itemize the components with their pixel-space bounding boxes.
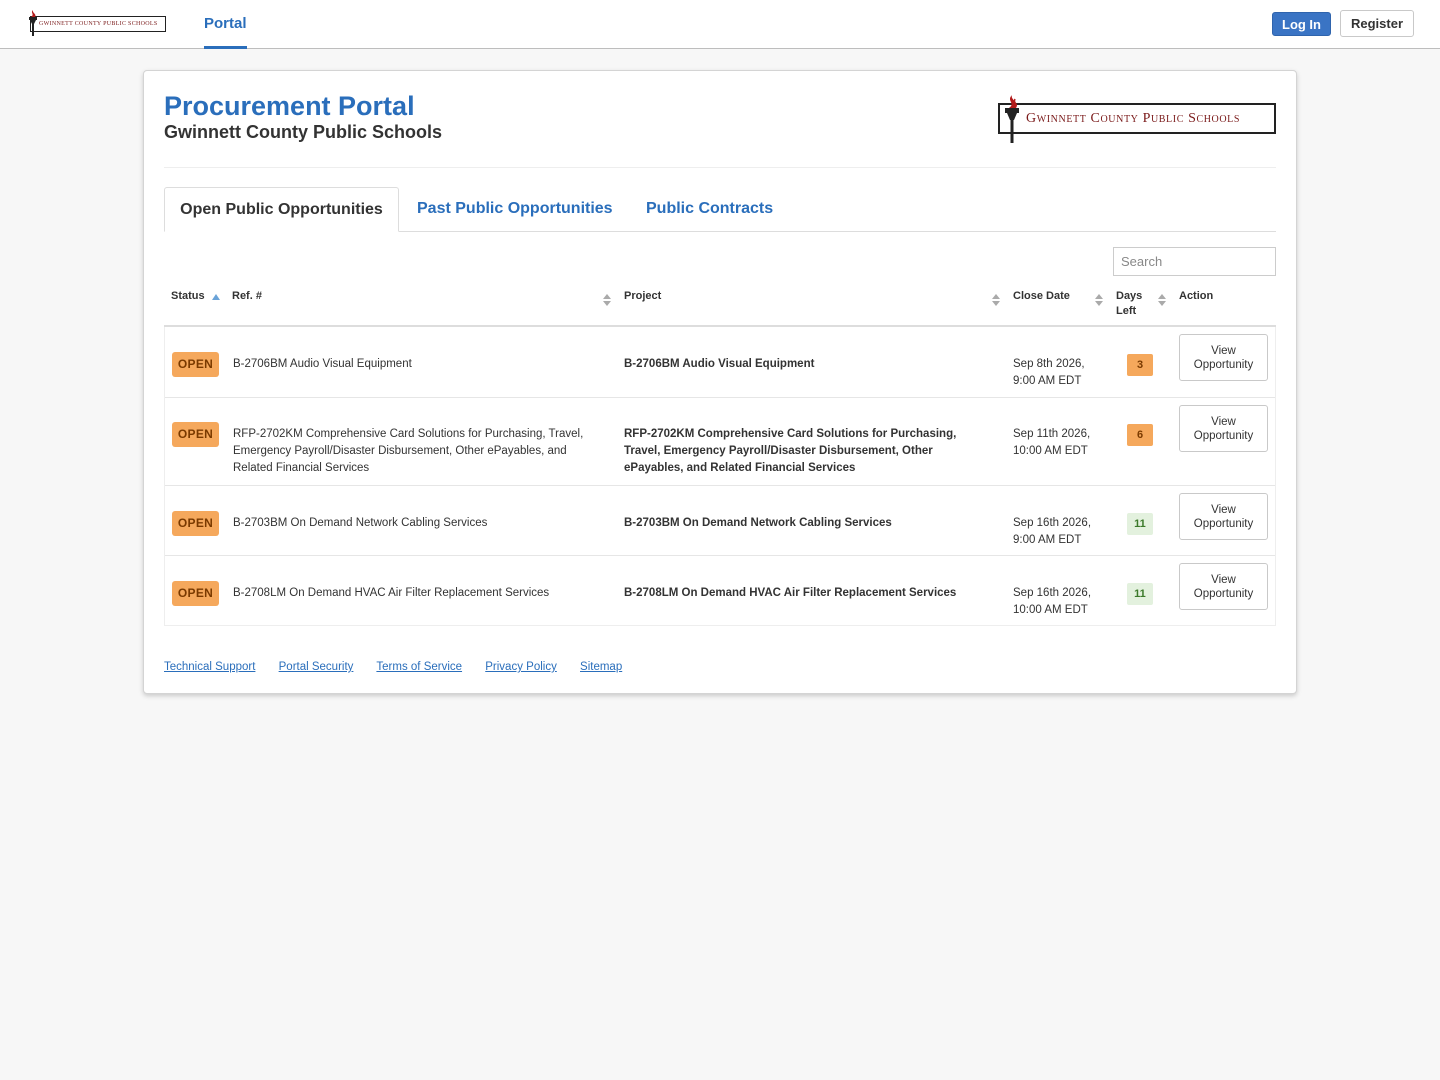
view-label-line1: View: [1211, 573, 1236, 586]
footer-link-privacy-policy[interactable]: Privacy Policy: [485, 661, 557, 673]
page-subtitle: Gwinnett County Public Schools: [164, 122, 443, 142]
sort-icon[interactable]: [992, 294, 1000, 308]
th-project[interactable]: Project: [624, 289, 661, 304]
header-logo: Gwinnett County Public Schools: [994, 95, 1278, 143]
table-header: Status Ref. # Project Close Date Days Le…: [164, 284, 1276, 327]
close-date-cell: Sep 16th 2026, 9:00 AM EDT: [1013, 515, 1108, 549]
view-label-line2: Opportunity: [1193, 358, 1254, 371]
footer-links: Technical Support Portal Security Terms …: [164, 661, 642, 673]
table-row: OPEN B-2706BM Audio Visual Equipment B-2…: [165, 327, 1275, 397]
days-left-badge: 6: [1127, 424, 1153, 446]
footer-link-terms-of-service[interactable]: Terms of Service: [376, 661, 462, 673]
login-button[interactable]: Log In: [1272, 12, 1331, 36]
torch-icon: [29, 10, 37, 36]
opportunities-table: Status Ref. # Project Close Date Days Le…: [164, 284, 1276, 626]
ref-cell: B-2703BM On Demand Network Cabling Servi…: [233, 517, 488, 529]
ref-cell: B-2706BM Audio Visual Equipment: [233, 358, 412, 370]
view-label-line1: View: [1211, 415, 1236, 428]
ref-cell: B-2708LM On Demand HVAC Air Filter Repla…: [233, 587, 550, 599]
view-label-line2: Opportunity: [1193, 429, 1254, 442]
sort-icon[interactable]: [1158, 294, 1166, 308]
th-action: Action: [1179, 290, 1214, 302]
status-badge: OPEN: [172, 352, 219, 377]
view-opportunity-button[interactable]: View Opportunity: [1179, 405, 1268, 452]
close-date-line1: Sep 8th 2026,: [1013, 358, 1085, 370]
header-divider: [164, 167, 1276, 168]
footer-link-portal-security[interactable]: Portal Security: [279, 661, 354, 673]
nav-logo-text: Gwinnett County Public Schools: [30, 16, 166, 32]
view-opportunity-button[interactable]: View Opportunity: [1179, 493, 1268, 540]
th-days-left[interactable]: Days Left: [1116, 289, 1142, 319]
view-opportunity-button[interactable]: View Opportunity: [1179, 563, 1268, 610]
table-row: OPEN B-2708LM On Demand HVAC Air Filter …: [165, 555, 1275, 625]
header-logo-text: Gwinnett County Public Schools: [998, 103, 1276, 134]
close-date-line1: Sep 16th 2026,: [1013, 587, 1092, 599]
table-row: OPEN B-2703BM On Demand Network Cabling …: [165, 485, 1275, 555]
project-cell: B-2708LM On Demand HVAC Air Filter Repla…: [624, 587, 957, 599]
th-close-date[interactable]: Close Date: [1013, 289, 1070, 304]
page-title: Procurement Portal: [164, 91, 415, 121]
sort-icon[interactable]: [1095, 294, 1103, 308]
table-body: OPEN B-2706BM Audio Visual Equipment B-2…: [164, 327, 1276, 626]
close-date-line2: 10:00 AM EDT: [1013, 445, 1088, 457]
close-date-line2: 9:00 AM EDT: [1013, 534, 1082, 546]
project-cell: B-2703BM On Demand Network Cabling Servi…: [624, 517, 892, 529]
close-date-cell: Sep 16th 2026, 10:00 AM EDT: [1013, 585, 1108, 619]
view-label-line1: View: [1211, 503, 1236, 516]
main-card: Procurement Portal Gwinnett County Publi…: [143, 70, 1297, 694]
days-left-badge: 11: [1127, 583, 1153, 605]
tab-public-contracts[interactable]: Public Contracts: [646, 187, 773, 232]
th-status[interactable]: Status: [171, 289, 205, 304]
days-left-badge: 11: [1127, 513, 1153, 535]
torch-icon: [1005, 95, 1019, 143]
view-opportunity-button[interactable]: View Opportunity: [1179, 334, 1268, 381]
th-ref[interactable]: Ref. #: [232, 289, 262, 304]
register-button[interactable]: Register: [1340, 10, 1414, 37]
view-label-line2: Opportunity: [1193, 517, 1254, 530]
close-date-line1: Sep 11th 2026,: [1013, 428, 1091, 440]
close-date-line2: 10:00 AM EDT: [1013, 604, 1088, 616]
nav-logo[interactable]: Gwinnett County Public Schools: [24, 10, 168, 36]
project-cell: RFP-2702KM Comprehensive Card Solutions …: [624, 428, 957, 474]
top-navbar: Gwinnett County Public Schools Portal Lo…: [0, 0, 1440, 49]
close-date-line2: 9:00 AM EDT: [1013, 375, 1082, 387]
sort-icon[interactable]: [603, 294, 611, 308]
opportunity-tabs: Open Public Opportunities Past Public Op…: [164, 187, 1276, 232]
view-label-line1: View: [1211, 344, 1236, 357]
tab-past-opportunities[interactable]: Past Public Opportunities: [417, 187, 613, 232]
status-badge: OPEN: [172, 581, 219, 606]
project-cell: B-2706BM Audio Visual Equipment: [624, 358, 815, 370]
close-date-cell: Sep 11th 2026, 10:00 AM EDT: [1013, 426, 1108, 460]
close-date-line1: Sep 16th 2026,: [1013, 517, 1092, 529]
close-date-cell: Sep 8th 2026, 9:00 AM EDT: [1013, 356, 1108, 390]
status-badge: OPEN: [172, 511, 219, 536]
th-days-left-line1: Days: [1116, 290, 1143, 302]
days-left-badge: 3: [1127, 354, 1153, 376]
ref-cell: RFP-2702KM Comprehensive Card Solutions …: [233, 428, 584, 474]
view-label-line2: Opportunity: [1193, 587, 1254, 600]
status-badge: OPEN: [172, 422, 219, 447]
footer-link-sitemap[interactable]: Sitemap: [580, 661, 622, 673]
th-days-left-line2: Left: [1116, 305, 1137, 317]
sort-asc-icon[interactable]: [212, 294, 220, 302]
tab-open-opportunities[interactable]: Open Public Opportunities: [164, 187, 399, 232]
table-row: OPEN RFP-2702KM Comprehensive Card Solut…: [165, 397, 1275, 485]
nav-tab-portal[interactable]: Portal: [204, 0, 247, 49]
search-input[interactable]: [1113, 247, 1276, 276]
footer-link-technical-support[interactable]: Technical Support: [164, 661, 255, 673]
